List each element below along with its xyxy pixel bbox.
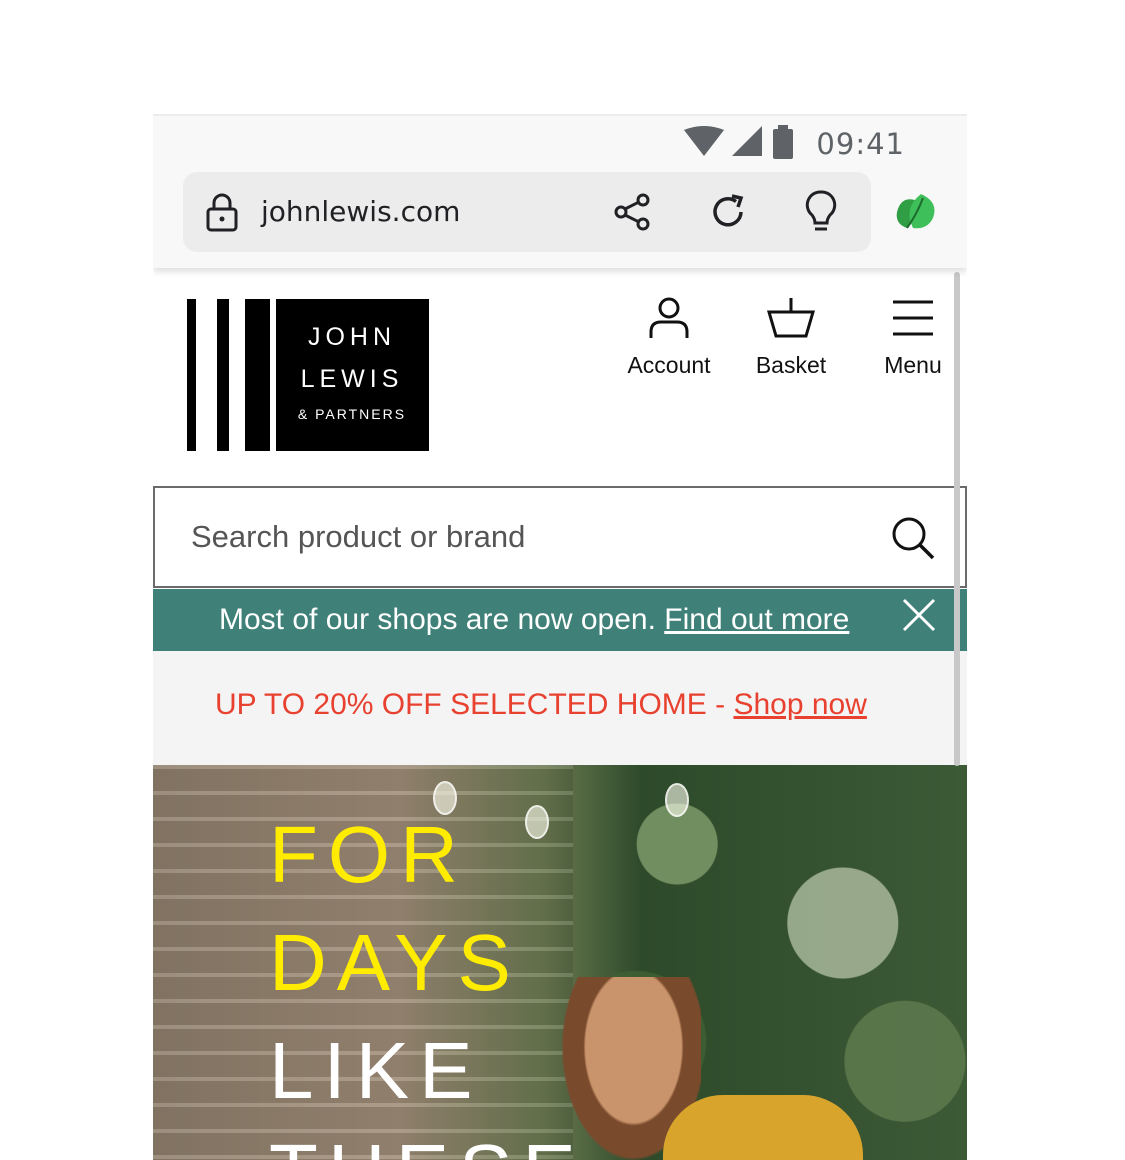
share-icon[interactable] (613, 192, 653, 236)
hero-headline-line-1: FOR (269, 810, 468, 899)
scrollbar[interactable] (954, 272, 960, 766)
hamburger-icon (891, 300, 935, 345)
logo-line-1: JOHN (308, 323, 396, 351)
lock-icon (205, 192, 239, 236)
basket-icon (766, 298, 816, 345)
lightbulb-decor (665, 783, 689, 817)
battery-icon (772, 125, 794, 163)
logo-line-2: LEWIS (301, 365, 404, 393)
wifi-icon (684, 126, 725, 162)
promo-banner: UP TO 20% OFF SELECTED HOME - Shop now (153, 651, 967, 765)
nav-basket-button[interactable]: Basket (751, 296, 831, 379)
leaf-icon[interactable] (893, 188, 941, 240)
hero-banner[interactable]: FOR DAYS LIKE THESE (153, 765, 967, 1160)
promo-shop-now-link[interactable]: Shop now (733, 688, 866, 721)
signal-icon (732, 126, 764, 162)
hero-headline-line-3: LIKE (269, 1026, 483, 1115)
lightbulb-decor (525, 805, 549, 839)
promo-message: UP TO 20% OFF SELECTED HOME - (215, 688, 734, 721)
hero-person-dress (663, 1095, 863, 1160)
nav-account-label: Account (627, 352, 711, 378)
search-box (153, 486, 967, 588)
notice-text: Most of our shops are now open. Find out… (219, 603, 849, 637)
promo-text: UP TO 20% OFF SELECTED HOME - Shop now (215, 688, 867, 722)
nav-menu-button[interactable]: Menu (875, 296, 951, 379)
nav-account-button[interactable]: Account (621, 296, 717, 379)
close-icon[interactable] (901, 597, 937, 637)
search-icon[interactable] (891, 516, 935, 564)
lightbulb-icon[interactable] (805, 190, 837, 238)
address-bar[interactable]: johnlewis.com (183, 172, 871, 252)
nav-basket-label: Basket (755, 352, 827, 378)
status-time: 09:41 (816, 127, 905, 161)
john-lewis-logo[interactable]: JOHN LEWIS & PARTNERS (187, 299, 431, 457)
hero-headline-line-4: THESE (269, 1133, 586, 1160)
status-bar: 09:41 (684, 124, 905, 164)
notice-banner: Most of our shops are now open. Find out… (153, 589, 967, 651)
reload-icon[interactable] (708, 192, 748, 236)
web-page: JOHN LEWIS & PARTNERS Account Basket Men… (153, 266, 967, 1160)
nav-menu-label: Menu (884, 352, 942, 378)
person-icon (647, 297, 691, 345)
hero-headline-line-2: DAYS (269, 918, 521, 1007)
notice-find-out-more-link[interactable]: Find out more (664, 603, 849, 636)
phone-screen: 09:41 johnlewis.com JOHN LEWIS & PARTNER… (153, 114, 967, 1160)
notice-message: Most of our shops are now open. (219, 603, 665, 636)
browser-chrome: 09:41 johnlewis.com (153, 114, 967, 268)
search-input[interactable] (189, 518, 833, 556)
url-text[interactable]: johnlewis.com (261, 195, 460, 228)
logo-line-3: & PARTNERS (298, 406, 406, 422)
